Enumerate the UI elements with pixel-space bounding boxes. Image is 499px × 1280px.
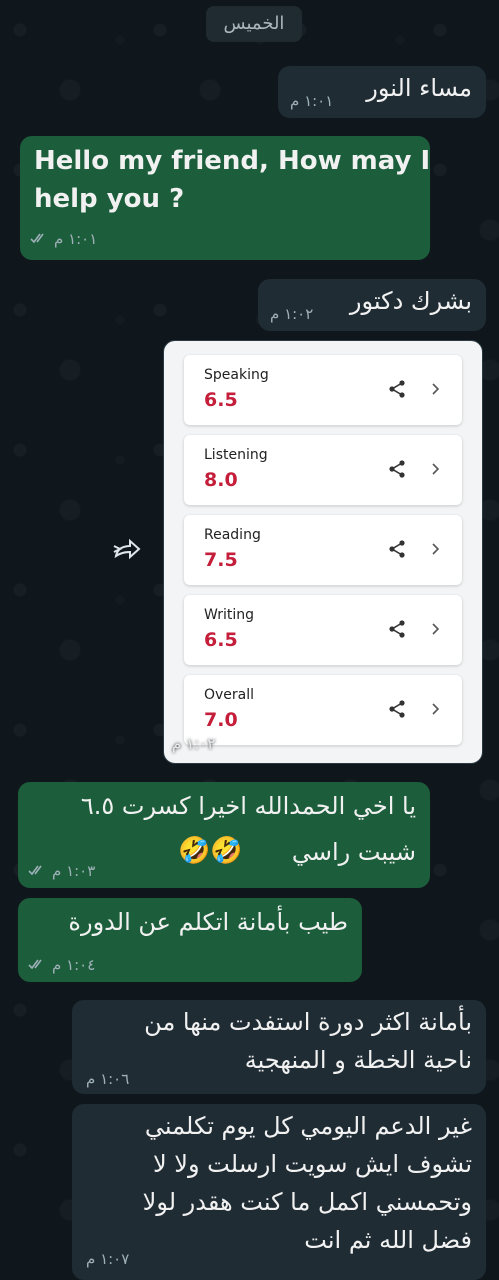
message-time: ١:٠٧ م [86,1250,130,1268]
score-card[interactable]: Speaking 6.5 [184,355,462,425]
chevron-right-icon[interactable] [430,539,442,559]
message-text-line: Hello my friend, How may I [34,146,431,176]
score-card[interactable]: Reading 7.5 [184,515,462,585]
forward-icon[interactable] [112,538,142,562]
score-label: Listening [204,447,268,463]
score-label: Writing [204,607,254,623]
score-value: 6.5 [204,389,238,411]
outgoing-message[interactable]: Hello my friend, How may I help you ? ١:… [20,136,430,260]
score-label: Speaking [204,367,269,383]
message-text-line: فضل الله ثم انت [304,1226,472,1254]
score-card[interactable]: Writing 6.5 [184,595,462,665]
message-text-line: help you ? [34,184,185,214]
chevron-right-icon[interactable] [430,619,442,639]
outgoing-message[interactable]: يا اخي الحمدالله اخيرا كسرت ٦.٥ شيبت راس… [18,782,430,888]
message-time: ١:٠٢ م [270,305,314,323]
message-time: ١:٠٤ م [52,956,96,974]
message-text-line: تشوف ايش سويت ارسلت ولا لا [152,1150,472,1178]
score-card[interactable]: Overall 7.0 [184,675,462,745]
incoming-message[interactable]: مساء النور ١:٠١ م [278,66,486,118]
message-text-line: غير الدعم اليومي كل يوم تكلمني [144,1112,472,1140]
message-text-line: يا اخي الحمدالله اخيرا كسرت ٦.٥ [80,792,416,820]
chevron-right-icon[interactable] [430,459,442,479]
message-text-line: وتحمسني اكمل ما كنت هقدر لولا [142,1188,472,1216]
message-time: ١:٠٣ م [52,862,96,880]
message-emoji: 🤣🤣 [178,836,243,866]
incoming-message[interactable]: غير الدعم اليومي كل يوم تكلمني تشوف ايش … [72,1104,486,1280]
score-card[interactable]: Listening 8.0 [184,435,462,505]
score-label: Reading [204,527,261,543]
message-text-line: بأمانة اكثر دورة استفدت منها من [144,1008,472,1036]
score-value: 8.0 [204,469,238,491]
message-time: ١:٠١ م [290,92,334,110]
message-text-line: شيبت راسي [291,838,416,866]
incoming-message[interactable]: بأمانة اكثر دورة استفدت منها من ناحية ال… [72,1000,486,1094]
share-icon[interactable] [387,459,407,479]
message-time: ١:٠٢ م [172,735,216,753]
double-check-icon [30,230,48,248]
score-value: 7.5 [204,549,238,571]
message-time: ١:٠٦ م [86,1070,130,1088]
date-separator: الخميس [206,6,302,42]
message-text: طيب بأمانة اتكلم عن الدورة [68,908,348,936]
incoming-message[interactable]: بشرك دكتور ١:٠٢ م [258,279,486,331]
share-icon[interactable] [387,619,407,639]
score-value: 6.5 [204,629,238,651]
share-icon[interactable] [387,379,407,399]
message-time: ١:٠١ م [54,230,98,248]
chevron-right-icon[interactable] [430,699,442,719]
chevron-right-icon[interactable] [430,379,442,399]
message-text-line: ناحية الخطة و المنهجية [244,1046,472,1074]
share-icon[interactable] [387,699,407,719]
double-check-icon [28,862,46,880]
image-message[interactable]: Speaking 6.5 Listening 8.0 Reading 7.5 W… [163,340,483,764]
share-icon[interactable] [387,539,407,559]
double-check-icon [28,956,46,974]
message-text: مساء النور [366,74,472,102]
message-text: بشرك دكتور [349,287,472,315]
score-value: 7.0 [204,709,238,731]
score-label: Overall [204,687,255,703]
outgoing-message[interactable]: طيب بأمانة اتكلم عن الدورة ١:٠٤ م [18,898,362,982]
